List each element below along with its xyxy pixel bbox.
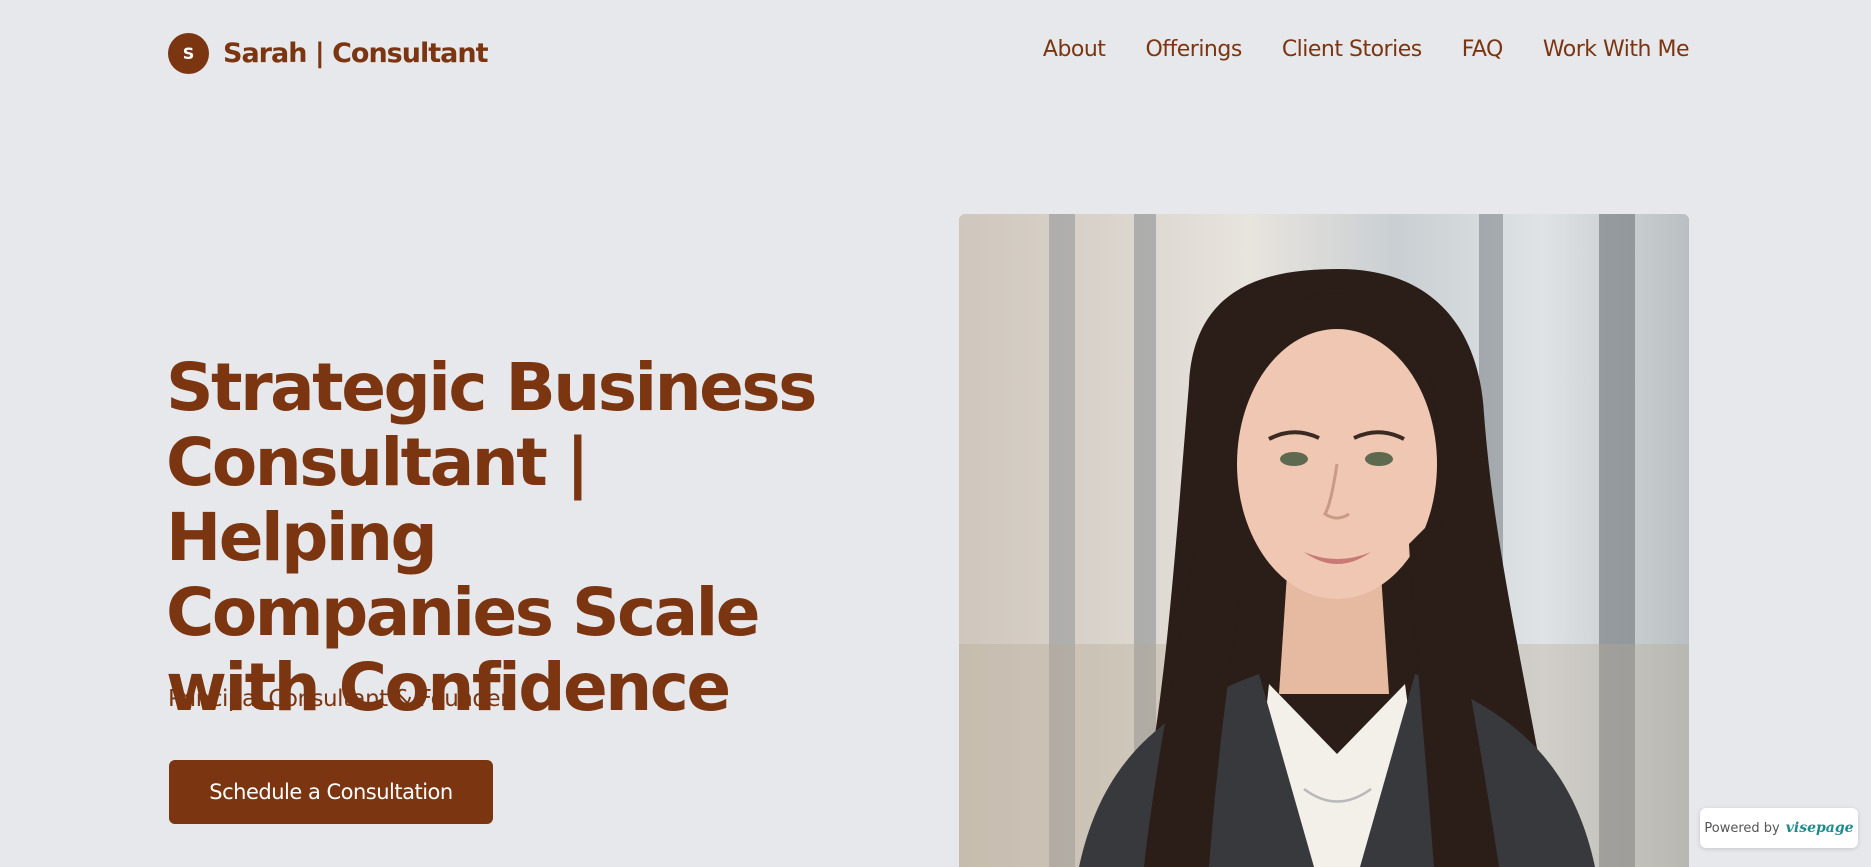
badge-text: Powered by: [1704, 820, 1780, 836]
brand-logo-link[interactable]: S Sarah | Consultant: [168, 33, 488, 74]
nav-offerings[interactable]: Offerings: [1145, 37, 1242, 62]
hero-subtitle: Principal Consultant & Founder: [168, 686, 510, 712]
portrait-illustration: [959, 214, 1689, 867]
visepage-logo: visepage: [1785, 820, 1854, 836]
brand-name: Sarah | Consultant: [223, 38, 488, 69]
hero-title-line: Consultant | Helping: [166, 424, 590, 576]
main-nav: About Offerings Client Stories FAQ Work …: [1043, 37, 1690, 62]
hero-title-line: Strategic Business: [166, 349, 817, 426]
nav-about[interactable]: About: [1043, 37, 1106, 62]
hero-title: Strategic Business Consultant | Helping …: [166, 350, 866, 725]
site-header: S Sarah | Consultant About Offerings Cli…: [0, 0, 1871, 108]
powered-by-badge[interactable]: Powered by visepage: [1700, 808, 1858, 848]
nav-work-with-me[interactable]: Work With Me: [1543, 37, 1690, 62]
portrait-image: [959, 214, 1689, 867]
logo-avatar: S: [168, 33, 209, 74]
schedule-consultation-button[interactable]: Schedule a Consultation: [169, 760, 493, 824]
nav-faq[interactable]: FAQ: [1462, 37, 1504, 62]
hero-title-line: Companies Scale: [166, 574, 761, 651]
nav-client-stories[interactable]: Client Stories: [1282, 37, 1422, 62]
